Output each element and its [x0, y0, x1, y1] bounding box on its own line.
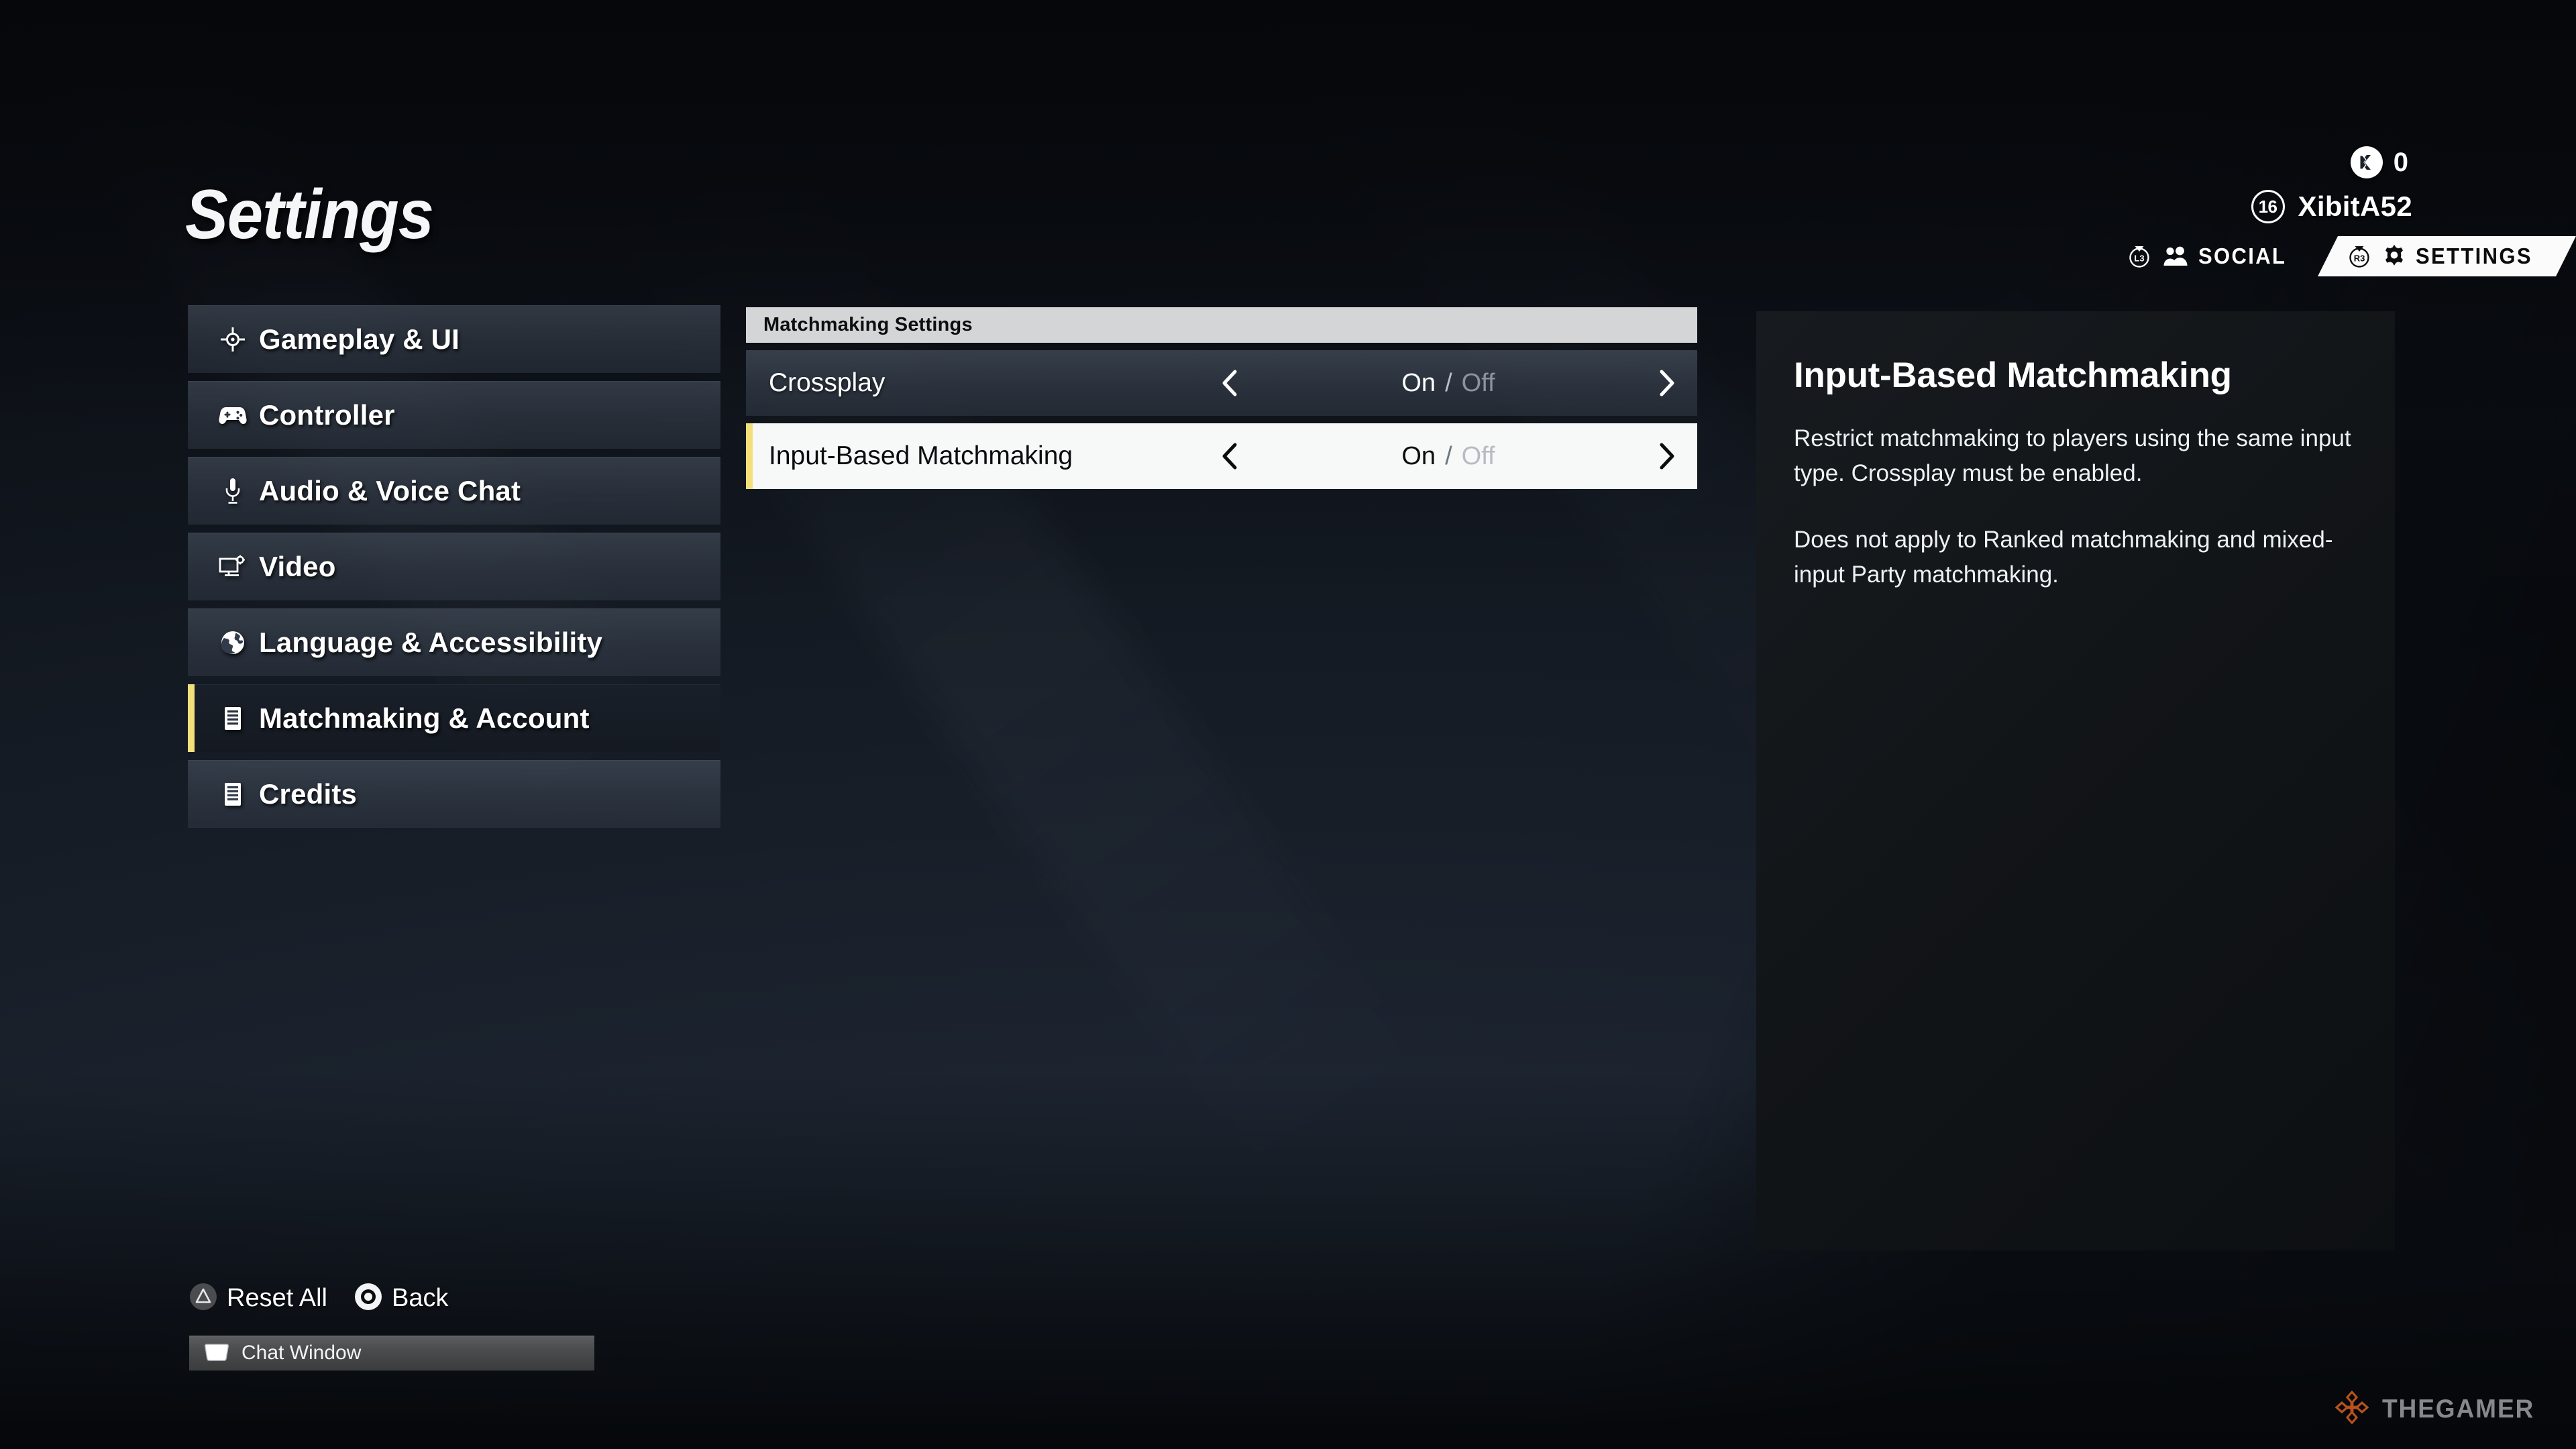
option-row-input-based-matchmaking[interactable]: Input-Based Matchmaking On / Off [746, 423, 1697, 489]
thegamer-watermark: THEGAMER [2334, 1389, 2542, 1429]
chat-window-label: Chat Window [241, 1342, 362, 1364]
triangle-button-icon [189, 1283, 217, 1314]
thegamer-logo-icon [2334, 1389, 2370, 1429]
settings-category-sidebar: Gameplay & UI Controller Audio & Voice C… [188, 305, 720, 836]
chevron-right-icon[interactable] [1645, 368, 1688, 398]
option-value-off: Off [1461, 368, 1495, 397]
action-reset-all[interactable]: Reset All [189, 1283, 327, 1314]
option-value-stepper: On / Off [1209, 350, 1697, 416]
option-value-separator: / [1445, 441, 1452, 470]
option-label: Crossplay [769, 368, 885, 397]
people-icon [2162, 246, 2189, 267]
sidebar-item-matchmaking-account[interactable]: Matchmaking & Account [188, 684, 720, 752]
svg-text:R3: R3 [2354, 254, 2365, 264]
description-body: Restrict matchmaking to players using th… [1794, 421, 2360, 592]
sidebar-item-label: Gameplay & UI [259, 323, 460, 355]
top-right-hud: 0 16 XibitA52 L3 SOCIAL R3 SETTINGS [1905, 0, 2576, 295]
description-paragraph: Does not apply to Ranked matchmaking and… [1794, 527, 2333, 588]
option-row-crossplay[interactable]: Crossplay On / Off [746, 350, 1697, 416]
sidebar-item-label: Controller [259, 398, 395, 431]
microphone-icon [217, 477, 248, 505]
tab-social[interactable]: L3 SOCIAL [2111, 236, 2307, 276]
selection-accent-bar [746, 423, 753, 489]
hud-nav-tabs: L3 SOCIAL R3 SETTINGS [2111, 236, 2576, 276]
option-value-separator: / [1445, 368, 1452, 397]
section-header: Matchmaking Settings [746, 307, 1697, 343]
sidebar-item-language-accessibility[interactable]: Language & Accessibility [188, 608, 720, 676]
globe-icon [217, 630, 248, 655]
option-values: On / Off [1252, 442, 1645, 471]
svg-text:L3: L3 [2135, 254, 2145, 264]
description-title: Input-Based Matchmaking [1794, 356, 2232, 395]
list-icon [217, 782, 248, 807]
page-title: Settings [185, 176, 434, 254]
sidebar-item-label: Credits [259, 777, 358, 810]
option-label: Input-Based Matchmaking [769, 441, 1073, 470]
tab-label: SETTINGS [2415, 244, 2532, 268]
sidebar-item-gameplay-ui[interactable]: Gameplay & UI [188, 305, 720, 373]
tab-settings[interactable]: R3 SETTINGS [2318, 236, 2576, 276]
option-description-panel: Input-Based Matchmaking Restrict matchma… [1756, 311, 2395, 1250]
chevron-right-icon[interactable] [1645, 441, 1688, 471]
action-back[interactable]: Back [354, 1283, 448, 1314]
sidebar-item-video[interactable]: Video [188, 533, 720, 600]
watermark-text: THEGAMER [2381, 1394, 2535, 1424]
option-values: On / Off [1252, 369, 1645, 398]
touchpad-icon [204, 1342, 229, 1364]
section-header-label: Matchmaking Settings [763, 314, 973, 335]
option-value-off: Off [1461, 441, 1495, 470]
r3-button-icon: R3 [2346, 243, 2373, 270]
sidebar-item-label: Language & Accessibility [259, 626, 603, 658]
chevron-left-icon[interactable] [1209, 368, 1252, 398]
chat-window-bar[interactable]: Chat Window [189, 1336, 594, 1371]
circle-button-icon [354, 1283, 382, 1314]
monitor-icon [217, 555, 248, 579]
sidebar-item-credits[interactable]: Credits [188, 760, 720, 828]
settings-options-panel: Matchmaking Settings Crossplay On / Off [746, 307, 1697, 489]
description-paragraph: Restrict matchmaking to players using th… [1794, 425, 2351, 486]
player-level-badge: 16 [2251, 190, 2285, 223]
action-hints-bar: Reset All Back [189, 1283, 448, 1314]
currency-coin-icon [2350, 146, 2383, 178]
sidebar-item-label: Video [259, 550, 336, 582]
tab-label: SOCIAL [2198, 244, 2287, 268]
currency-display: 0 [2350, 146, 2408, 178]
player-username: XibitA52 [2298, 191, 2412, 222]
list-icon [217, 706, 248, 731]
gamepad-icon [217, 405, 248, 426]
sidebar-item-label: Audio & Voice Chat [259, 474, 521, 506]
chevron-left-icon[interactable] [1209, 441, 1252, 471]
sidebar-item-audio-voice-chat[interactable]: Audio & Voice Chat [188, 457, 720, 525]
option-value-on: On [1401, 368, 1436, 397]
option-value-on: On [1401, 441, 1436, 470]
sidebar-item-controller[interactable]: Controller [188, 381, 720, 449]
sidebar-item-label: Matchmaking & Account [259, 702, 590, 734]
action-label: Back [391, 1284, 449, 1312]
crosshair-icon [217, 326, 248, 353]
player-info[interactable]: 16 XibitA52 [2251, 190, 2412, 223]
option-value-stepper: On / Off [1209, 423, 1697, 489]
action-label: Reset All [227, 1284, 327, 1312]
l3-button-icon: L3 [2126, 243, 2153, 270]
currency-amount: 0 [2393, 147, 2408, 177]
gear-icon [2382, 244, 2406, 268]
selection-accent-bar [188, 684, 195, 752]
